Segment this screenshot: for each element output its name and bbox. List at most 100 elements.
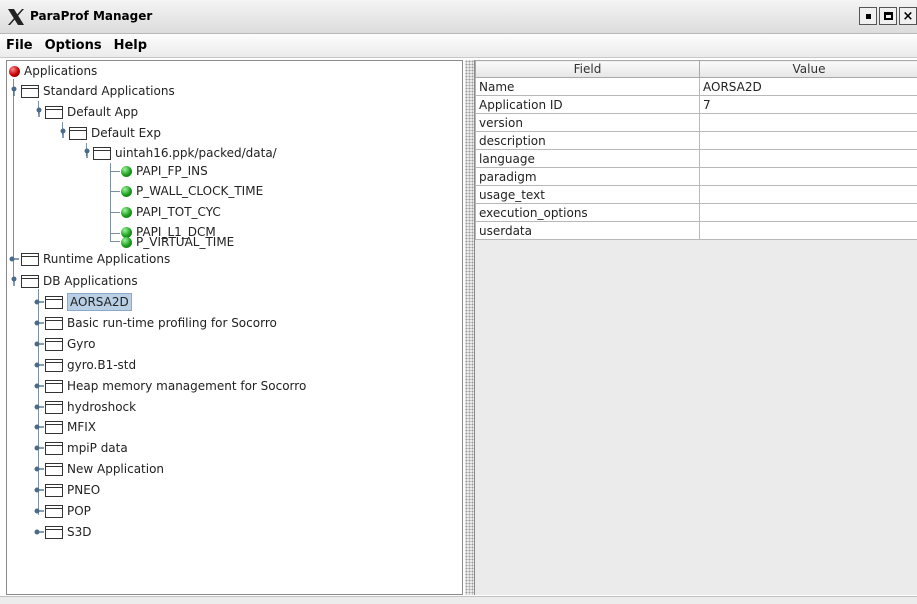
- value-cell[interactable]: [699, 149, 917, 168]
- tree-label: Standard Applications: [43, 84, 175, 98]
- expanded-handle-icon[interactable]: [9, 276, 19, 286]
- table-row[interactable]: language: [475, 149, 917, 168]
- tree-node-default-exp[interactable]: Default Exp: [69, 123, 161, 143]
- field-cell[interactable]: Name: [475, 77, 700, 96]
- tree-label: uintah16.ppk/packed/data/: [115, 146, 277, 160]
- folder-icon: [45, 358, 63, 372]
- tree-node-metric[interactable]: PAPI_TOT_CYC: [121, 202, 221, 222]
- collapsed-handle-icon[interactable]: [9, 254, 19, 264]
- tree-node-applications[interactable]: Applications: [9, 61, 97, 81]
- properties-table[interactable]: Field Value Name AORSA2D Application ID 7 ve…: [475, 60, 917, 240]
- field-cell[interactable]: usage_text: [475, 185, 700, 204]
- tree-connector: [110, 191, 120, 192]
- tree-node-db-app[interactable]: hydroshock: [45, 397, 136, 417]
- value-cell[interactable]: 7: [699, 95, 917, 114]
- expanded-handle-icon[interactable]: [34, 107, 44, 117]
- close-button[interactable]: ×: [899, 7, 917, 25]
- expanded-handle-icon[interactable]: [82, 148, 92, 158]
- collapsed-handle-icon[interactable]: [34, 485, 44, 495]
- tree-node-db-app[interactable]: S3D: [45, 522, 92, 542]
- properties-panel: Field Value Name AORSA2D Application ID 7 ve…: [474, 60, 917, 595]
- column-header-field[interactable]: Field: [475, 60, 700, 78]
- table-row[interactable]: userdata: [475, 221, 917, 240]
- table-row[interactable]: paradigm: [475, 167, 917, 186]
- table-row[interactable]: description: [475, 131, 917, 150]
- table-row[interactable]: Name AORSA2D: [475, 77, 917, 96]
- menu-help[interactable]: Help: [114, 38, 147, 53]
- collapsed-handle-icon[interactable]: [34, 360, 44, 370]
- field-cell[interactable]: execution_options: [475, 203, 700, 222]
- expanded-handle-icon[interactable]: [58, 128, 68, 138]
- collapsed-handle-icon[interactable]: [34, 381, 44, 391]
- value-cell[interactable]: [699, 113, 917, 132]
- collapsed-handle-icon[interactable]: [34, 464, 44, 474]
- value-cell[interactable]: AORSA2D: [699, 77, 917, 96]
- tree-node-default-app[interactable]: Default App: [45, 102, 138, 122]
- collapsed-handle-icon[interactable]: [34, 422, 44, 432]
- minimize-button[interactable]: [859, 7, 877, 25]
- field-cell[interactable]: language: [475, 149, 700, 168]
- value-cell[interactable]: [699, 185, 917, 204]
- value-cell[interactable]: [699, 167, 917, 186]
- menu-options[interactable]: Options: [45, 38, 102, 53]
- value-cell[interactable]: [699, 203, 917, 222]
- tree-node-db-app[interactable]: New Application: [45, 459, 164, 479]
- split-pane-divider[interactable]: [465, 60, 474, 595]
- application-tree[interactable]: Applications Standard Applications Defau…: [6, 60, 463, 595]
- tree-node-trial[interactable]: uintah16.ppk/packed/data/: [93, 143, 277, 163]
- metric-ball-icon: [121, 206, 132, 218]
- tree-label: Heap memory management for Socorro: [67, 379, 307, 393]
- collapsed-handle-icon[interactable]: [34, 443, 44, 453]
- tree-node-db-app[interactable]: POP: [45, 501, 91, 521]
- table-row[interactable]: execution_options: [475, 203, 917, 222]
- tree-label: POP: [67, 504, 91, 518]
- menu-bar: File Options Help: [0, 34, 917, 58]
- tree-node-db-app[interactable]: gyro.B1-std: [45, 355, 136, 375]
- tree-node-db-applications[interactable]: DB Applications: [21, 271, 138, 291]
- tree-label: MFIX: [67, 420, 97, 434]
- tree-node-db-app[interactable]: MFIX: [45, 417, 96, 437]
- field-cell[interactable]: paradigm: [475, 167, 700, 186]
- value-cell[interactable]: [699, 131, 917, 150]
- close-icon: ×: [902, 8, 914, 24]
- collapsed-handle-icon[interactable]: [34, 527, 44, 537]
- field-cell[interactable]: version: [475, 113, 700, 132]
- tree-node-metric[interactable]: P_WALL_CLOCK_TIME: [121, 181, 263, 201]
- tree-node-db-app[interactable]: Basic run-time profiling for Socorro: [45, 313, 277, 333]
- expanded-handle-icon[interactable]: [9, 86, 19, 96]
- folder-icon: [45, 400, 63, 414]
- tree-node-metric[interactable]: PAPI_FP_INS: [121, 161, 208, 181]
- tree-connector: [13, 79, 14, 282]
- metric-ball-icon: [121, 165, 132, 177]
- column-header-value[interactable]: Value: [699, 60, 917, 78]
- status-bar: [0, 596, 917, 604]
- tree-node-db-app[interactable]: Gyro: [45, 334, 95, 354]
- value-cell[interactable]: [699, 221, 917, 240]
- tree-node-db-app[interactable]: Heap memory management for Socorro: [45, 376, 306, 396]
- tree-label: Runtime Applications: [43, 252, 171, 266]
- collapsed-handle-icon[interactable]: [34, 297, 44, 307]
- table-row[interactable]: usage_text: [475, 185, 917, 204]
- table-row[interactable]: Application ID 7: [475, 95, 917, 114]
- tree-label: Default App: [67, 105, 139, 119]
- folder-icon: [21, 274, 39, 288]
- tree-connector: [110, 233, 120, 234]
- tree-node-db-app[interactable]: AORSA2D: [45, 292, 132, 312]
- collapsed-handle-icon[interactable]: [34, 318, 44, 328]
- tree-node-standard-applications[interactable]: Standard Applications: [21, 81, 175, 101]
- field-cell[interactable]: Application ID: [475, 95, 700, 114]
- collapsed-handle-icon[interactable]: [34, 402, 44, 412]
- menu-file[interactable]: File: [6, 38, 33, 53]
- tree-node-db-app[interactable]: PNEO: [45, 480, 100, 500]
- folder-icon: [45, 504, 63, 518]
- table-row[interactable]: version: [475, 113, 917, 132]
- collapsed-handle-icon[interactable]: [34, 339, 44, 349]
- folder-icon: [45, 379, 63, 393]
- collapsed-handle-icon[interactable]: [34, 506, 44, 516]
- tree-node-db-app[interactable]: mpiP data: [45, 438, 128, 458]
- minimize-icon: [865, 13, 871, 19]
- field-cell[interactable]: userdata: [475, 221, 700, 240]
- field-cell[interactable]: description: [475, 131, 700, 150]
- maximize-button[interactable]: [879, 7, 897, 25]
- tree-node-runtime-applications[interactable]: Runtime Applications: [21, 249, 170, 269]
